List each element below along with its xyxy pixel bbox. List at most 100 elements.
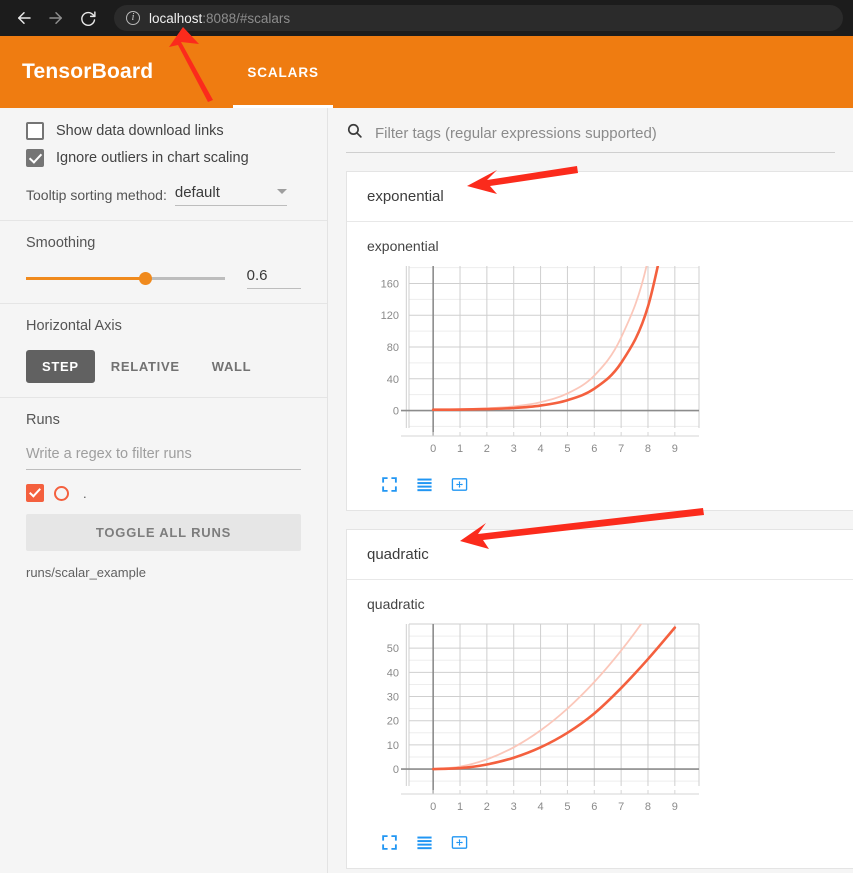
- svg-text:3: 3: [511, 443, 517, 455]
- option-ignore-outliers[interactable]: Ignore outliers in chart scaling: [26, 149, 301, 167]
- runs-title: Runs: [26, 412, 60, 428]
- chart-toolbar: [367, 470, 852, 498]
- chart-title: exponential: [367, 238, 439, 254]
- svg-text:4: 4: [538, 443, 544, 455]
- chart-card-quadratic: quadratic quadratic 0 10 20 30 40 50 0 1 2 3 4 5 6 7 8…: [346, 529, 853, 869]
- svg-text:50: 50: [387, 643, 399, 655]
- forward-icon[interactable]: [42, 4, 70, 32]
- chevron-down-icon[interactable]: [276, 188, 287, 194]
- run-label: .: [83, 485, 87, 501]
- url-path: :8088/#scalars: [202, 10, 291, 26]
- svg-text:2: 2: [484, 801, 490, 813]
- svg-text:1: 1: [457, 443, 463, 455]
- horizontal-axis-options: STEP RELATIVE WALL: [26, 350, 301, 383]
- checkbox-unchecked-icon[interactable]: [26, 122, 44, 140]
- svg-text:8: 8: [645, 443, 651, 455]
- card-header-title[interactable]: quadratic: [347, 530, 853, 580]
- svg-text:160: 160: [381, 278, 399, 290]
- tab-scalars[interactable]: SCALARS: [225, 36, 341, 108]
- tooltip-sorting-value: default: [174, 184, 220, 201]
- svg-text:0: 0: [393, 406, 399, 418]
- app-body: Show data download links Ignore outliers…: [0, 108, 853, 873]
- back-icon[interactable]: [10, 4, 38, 32]
- option-label: Show data download links: [56, 123, 224, 139]
- expand-chart-icon[interactable]: [381, 476, 398, 498]
- slider-thumb[interactable]: [139, 272, 153, 285]
- svg-text:8: 8: [645, 801, 651, 813]
- svg-text:120: 120: [381, 310, 399, 322]
- toggle-all-runs-button[interactable]: TOGGLE ALL RUNS: [26, 514, 301, 551]
- svg-text:40: 40: [387, 667, 399, 679]
- option-show-data-download-links[interactable]: Show data download links: [26, 122, 301, 140]
- chart-exponential[interactable]: 0 40 80 120 160 0 1 2 3 4 5 6 7 8 9: [367, 260, 852, 470]
- address-bar[interactable]: i localhost:8088/#scalars: [114, 5, 843, 31]
- checkbox-checked-icon[interactable]: [26, 149, 44, 167]
- chart-svg[interactable]: 0 40 80 120 160 0 1 2 3 4 5 6 7 8 9: [367, 260, 707, 465]
- svg-text:4: 4: [538, 801, 544, 813]
- url-text: localhost:8088/#scalars: [149, 11, 290, 26]
- svg-text:7: 7: [618, 801, 624, 813]
- tag-filter-field[interactable]: [346, 122, 835, 153]
- svg-text:10: 10: [387, 740, 399, 752]
- svg-text:20: 20: [387, 716, 399, 728]
- svg-text:80: 80: [387, 342, 399, 354]
- card-header-title[interactable]: exponential: [347, 172, 853, 222]
- svg-text:5: 5: [564, 443, 570, 455]
- smoothing-slider[interactable]: [26, 270, 225, 286]
- sidebar-section-horizontal-axis: Horizontal Axis STEP RELATIVE WALL: [0, 304, 327, 398]
- tooltip-sorting-label: Tooltip sorting method:: [26, 187, 167, 203]
- card-body: exponential 0 40 80 120 160 0 1 2 3 4 5 6 7 8 9: [347, 222, 853, 510]
- smoothing-row: 0.6: [26, 267, 301, 289]
- runs-filter-input[interactable]: [26, 444, 301, 470]
- svg-text:40: 40: [387, 374, 399, 386]
- expand-chart-icon[interactable]: [381, 834, 398, 856]
- svg-text:30: 30: [387, 692, 399, 704]
- sidebar-section-display-options: Show data download links Ignore outliers…: [0, 108, 327, 221]
- reset-domain-icon[interactable]: [451, 834, 468, 856]
- reset-domain-icon[interactable]: [451, 476, 468, 498]
- chart-toolbar: [367, 828, 852, 856]
- run-list-item[interactable]: .: [26, 484, 301, 502]
- reload-icon[interactable]: [74, 4, 102, 32]
- info-circle-icon[interactable]: i: [126, 11, 140, 25]
- smoothing-value[interactable]: 0.6: [246, 267, 301, 289]
- option-label: Ignore outliers in chart scaling: [56, 150, 249, 166]
- data-table-icon[interactable]: [416, 476, 433, 498]
- tooltip-sorting-row: Tooltip sorting method: default: [26, 184, 301, 206]
- svg-text:7: 7: [618, 443, 624, 455]
- axis-option-wall[interactable]: WALL: [196, 350, 268, 383]
- browser-toolbar: i localhost:8088/#scalars: [0, 0, 853, 36]
- svg-text:2: 2: [484, 443, 490, 455]
- svg-text:0: 0: [393, 764, 399, 776]
- run-checkbox-checked-icon[interactable]: [26, 484, 44, 502]
- svg-text:6: 6: [591, 801, 597, 813]
- sidebar-section-smoothing: Smoothing 0.6: [0, 221, 327, 304]
- sidebar: Show data download links Ignore outliers…: [0, 108, 328, 873]
- horizontal-axis-title: Horizontal Axis: [26, 318, 122, 334]
- svg-text:9: 9: [672, 443, 678, 455]
- svg-text:0: 0: [430, 801, 436, 813]
- axis-option-relative[interactable]: RELATIVE: [95, 350, 196, 383]
- tag-filter-bar: [328, 108, 853, 153]
- svg-text:6: 6: [591, 443, 597, 455]
- axis-option-step[interactable]: STEP: [26, 350, 95, 383]
- svg-text:0: 0: [430, 443, 436, 455]
- tag-filter-input[interactable]: [373, 123, 835, 143]
- main-content: exponential exponential 0408012016001234…: [328, 108, 853, 873]
- sidebar-section-runs: Runs . TOGGLE ALL RUNS runs/scalar_examp…: [0, 398, 327, 594]
- chart-title: quadratic: [367, 596, 425, 612]
- svg-text:1: 1: [457, 801, 463, 813]
- tab-bar: SCALARS: [225, 36, 341, 108]
- app-header: TensorBoard SCALARS: [0, 36, 853, 108]
- search-icon: [346, 122, 363, 144]
- chart-svg[interactable]: 0 10 20 30 40 50 0 1 2 3 4 5 6 7 8 9: [367, 618, 707, 823]
- url-host: localhost: [149, 10, 203, 26]
- card-body: quadratic 0 10 20 30 40 50 0 1 2 3 4 5 6 7 8 9: [347, 580, 853, 868]
- tooltip-sorting-select[interactable]: default: [174, 184, 287, 206]
- svg-text:5: 5: [564, 801, 570, 813]
- chart-quadratic[interactable]: 0 10 20 30 40 50 0 1 2 3 4 5 6 7 8 9: [367, 618, 852, 828]
- data-table-icon[interactable]: [416, 834, 433, 856]
- smoothing-title: Smoothing: [26, 235, 96, 251]
- app-logo: TensorBoard: [22, 60, 154, 83]
- slider-fill: [26, 277, 146, 280]
